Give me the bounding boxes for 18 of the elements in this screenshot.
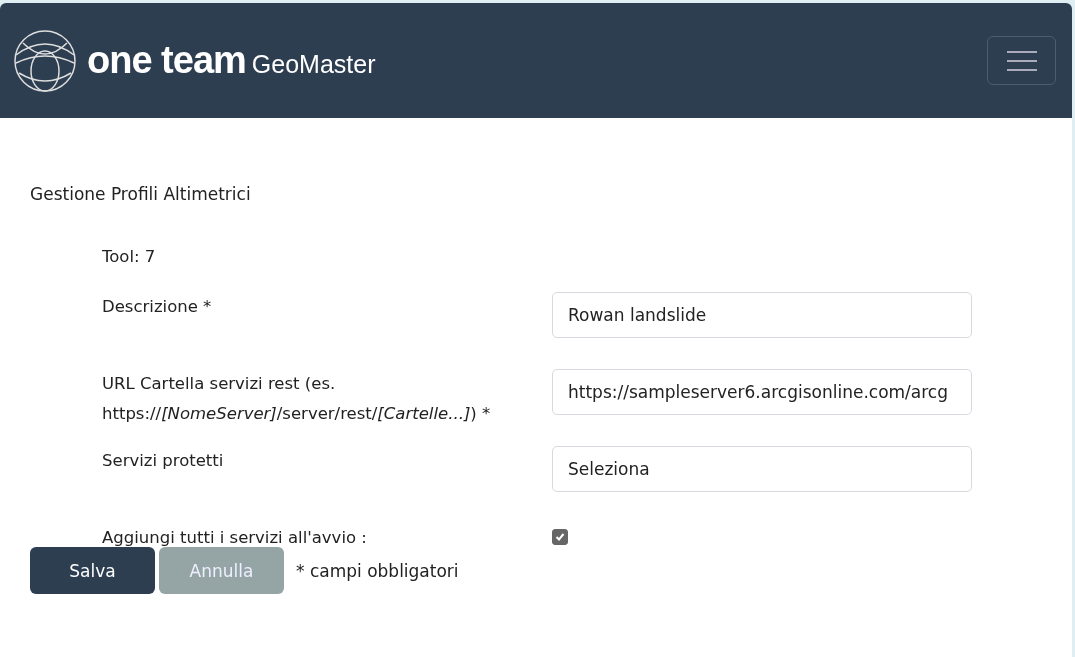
- tool-label: Tool: 7: [102, 246, 157, 268]
- field-label: Descrizione *: [102, 296, 213, 318]
- input-field[interactable]: Seleziona: [552, 446, 972, 492]
- required-note: * campi obbligatori: [296, 560, 459, 581]
- input-field[interactable]: Rowan landslide: [552, 292, 972, 338]
- field-label: URL Cartella servizi rest (es. https://[NomeServer]/server/rest/[Cartelle...]) *: [102, 373, 492, 425]
- field-label: Aggiungi tutti i servizi all'avvio :: [102, 527, 368, 549]
- product-name: GeoMaster: [251, 50, 376, 79]
- menu-icon: [1005, 49, 1038, 72]
- menu-button[interactable]: [987, 36, 1056, 85]
- checkmark-icon: [555, 532, 565, 542]
- brand-name: one team: [87, 39, 246, 82]
- form-button[interactable]: Salva: [30, 547, 155, 594]
- globe-logo-icon: [13, 28, 77, 93]
- page-title: Gestione Profili Altimetrici: [30, 184, 252, 204]
- checkbox[interactable]: [552, 529, 568, 545]
- input-field[interactable]: https://sampleserver6.arcgisonline.com/arcg: [552, 369, 972, 415]
- field-label: Servizi protetti: [102, 450, 225, 472]
